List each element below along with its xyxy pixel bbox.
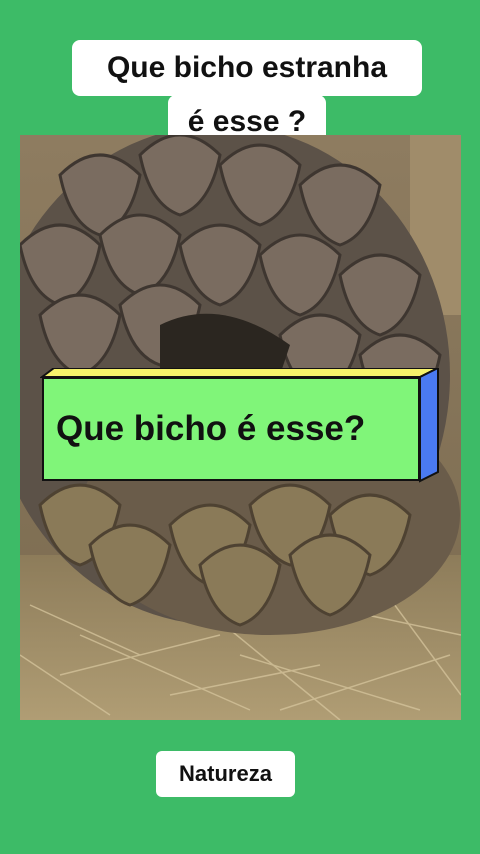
- top-caption-line1: Que bicho estranha: [72, 40, 422, 96]
- center-banner-text: Que bicho é esse?: [42, 377, 420, 481]
- center-banner: Que bicho é esse?: [40, 368, 440, 486]
- footer-label: Natureza: [156, 751, 295, 797]
